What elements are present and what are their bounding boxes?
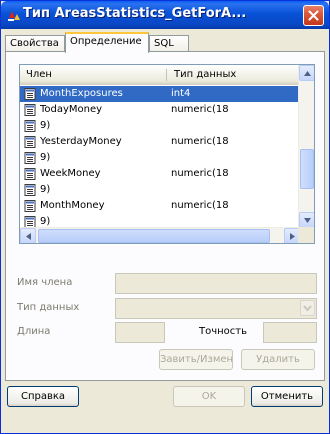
data-type-combobox[interactable]	[115, 298, 317, 319]
list-item[interactable]: MonthMoney numeric(18	[20, 198, 300, 214]
data-type-cell: numeric(18	[171, 136, 229, 147]
data-type-cell: numeric(18	[171, 168, 229, 179]
column-member-icon	[24, 184, 36, 196]
member-name-cell: YesterdayMoney	[40, 136, 122, 147]
member-name-cell: WeekMoney	[40, 168, 101, 179]
member-name-cell: 9)	[40, 120, 51, 131]
arrow-down-icon	[303, 217, 311, 223]
arrow-up-icon	[303, 70, 311, 76]
member-name-cell: TodayMoney	[40, 104, 103, 115]
length-input[interactable]	[115, 322, 165, 343]
list-item[interactable]: 9)	[20, 182, 300, 198]
column-member-icon	[24, 104, 36, 116]
tab-strip: Свойства Определение SQL	[5, 32, 325, 53]
scroll-up-button[interactable]	[299, 65, 314, 81]
help-button[interactable]: Справка	[7, 386, 79, 407]
close-button[interactable]	[303, 5, 324, 26]
arrow-right-icon	[289, 232, 295, 240]
arrow-left-icon	[25, 232, 31, 240]
tab-definition[interactable]: Определение	[65, 32, 149, 53]
chevron-down-icon	[303, 305, 312, 312]
data-type-label: Тип данных	[17, 302, 80, 313]
list-item[interactable]: 9)	[20, 150, 300, 166]
precision-input[interactable]	[263, 322, 317, 343]
vertical-scrollbar[interactable]	[298, 65, 314, 228]
title-bar[interactable]: Тип AreasStatistics_GetForA...	[1, 1, 329, 29]
column-member-icon	[24, 152, 36, 164]
column-header-data-type[interactable]: Тип данных	[168, 65, 300, 84]
list-item[interactable]: YesterdayMoney numeric(18	[20, 134, 300, 150]
list-item[interactable]: WeekMoney numeric(18	[20, 166, 300, 182]
column-header-member[interactable]: Член	[20, 65, 166, 84]
data-type-cell: int4	[171, 88, 191, 99]
member-name-label: Имя члена	[17, 277, 73, 288]
list-item[interactable]: TodayMoney numeric(18	[20, 102, 300, 118]
member-name-cell: MonthExposures	[40, 88, 123, 99]
column-member-icon	[24, 88, 36, 100]
scroll-down-button[interactable]	[299, 212, 314, 228]
horizontal-scrollbar[interactable]	[20, 227, 300, 243]
list-item[interactable]: 9)	[20, 118, 300, 134]
member-name-input[interactable]	[115, 273, 317, 294]
vertical-scroll-thumb[interactable]	[300, 149, 314, 189]
horizontal-scroll-thumb[interactable]	[38, 229, 270, 243]
list-item[interactable]: MonthExposures int4	[20, 86, 300, 102]
scrollbar-corner	[298, 227, 314, 243]
listview-header: Член Тип данных	[20, 65, 300, 85]
close-icon	[308, 10, 319, 21]
tab-properties[interactable]: Свойства	[5, 35, 65, 52]
tab-sql[interactable]: SQL	[149, 35, 189, 52]
scroll-left-button[interactable]	[20, 228, 36, 243]
listview-body: MonthExposures int4 TodayMoney numeric(18 9)…	[20, 86, 300, 237]
column-member-icon	[24, 168, 36, 180]
member-name-cell: MonthMoney	[40, 200, 105, 211]
precision-label: Точность	[199, 326, 248, 337]
member-name-cell: 9)	[40, 152, 51, 163]
length-label: Длина	[17, 326, 51, 337]
column-member-icon	[24, 120, 36, 132]
ok-button[interactable]: OK	[173, 386, 245, 407]
type-icon	[8, 11, 20, 21]
column-member-icon	[24, 136, 36, 148]
member-name-cell: 9)	[40, 184, 51, 195]
column-member-icon	[24, 200, 36, 212]
data-type-cell: numeric(18	[171, 104, 229, 115]
delete-button[interactable]: Удалить	[241, 349, 315, 370]
data-type-cell: numeric(18	[171, 200, 229, 211]
members-listview[interactable]: Член Тип данных MonthExposures int4 TodayM…	[19, 64, 315, 244]
add-change-button[interactable]: Завить/Измен	[159, 349, 233, 370]
dialog-window: Тип AreasStatistics_GetForA... Свойства …	[0, 0, 330, 434]
window-title: Тип AreasStatistics_GetForA...	[23, 6, 247, 21]
cancel-button[interactable]: Отменить	[251, 386, 323, 407]
column-divider[interactable]	[166, 69, 167, 81]
dropdown-button[interactable]	[300, 300, 315, 316]
